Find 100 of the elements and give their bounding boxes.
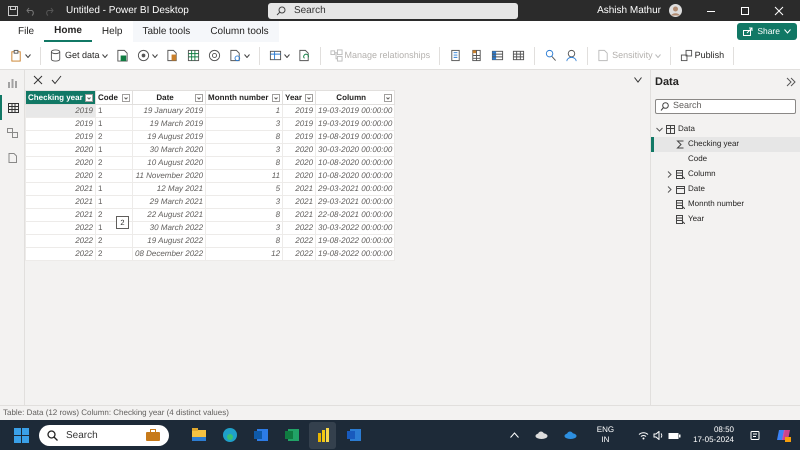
filter-dropdown-icon[interactable] xyxy=(195,94,204,102)
table-cell: 3 xyxy=(206,118,283,130)
field-item[interactable]: Checking year xyxy=(654,136,800,152)
notification-icon[interactable] xyxy=(750,430,760,440)
table-cell: 19-03-2019 00:00:00 xyxy=(316,104,395,118)
windows-logo-icon xyxy=(14,428,29,442)
avatar-icon xyxy=(669,4,682,17)
share-icon xyxy=(743,27,754,36)
table-cell: 2022 xyxy=(26,248,96,260)
close-icon[interactable] xyxy=(774,6,784,16)
column-header[interactable]: Checking year xyxy=(26,90,96,104)
field-item[interactable]: Date xyxy=(654,182,800,196)
table-cell: 1 xyxy=(96,144,132,156)
collapse-icon[interactable] xyxy=(634,77,642,83)
table-cell: 22 August 2021 xyxy=(132,208,206,222)
spreadsheet-icon xyxy=(470,49,484,62)
search-placeholder: Search xyxy=(673,99,702,112)
share-button[interactable]: Share xyxy=(737,23,797,40)
person-icon xyxy=(565,49,578,62)
speaker-icon[interactable] xyxy=(653,430,664,440)
ribbon-tab[interactable]: File xyxy=(8,21,44,42)
caret-icon xyxy=(654,54,661,58)
search-field[interactable]: Search xyxy=(655,98,796,114)
column-header[interactable]: Year xyxy=(282,90,316,104)
filter-dropdown-icon[interactable] xyxy=(122,94,130,102)
undo-icon[interactable] xyxy=(26,6,36,16)
table-cell: 19 August 2022 xyxy=(132,234,206,248)
table-cell: 2022 xyxy=(282,222,316,234)
ribbon-tab[interactable]: Help xyxy=(92,21,132,42)
filter-dropdown-icon[interactable] xyxy=(85,94,93,102)
chevron-down-icon[interactable] xyxy=(656,126,663,132)
table-cell: 19-08-2019 00:00:00 xyxy=(316,130,395,144)
column-header[interactable]: Date xyxy=(132,90,206,104)
copilot-icon[interactable] xyxy=(776,427,792,443)
dax-query-icon xyxy=(7,152,18,164)
table-cell: 2020 xyxy=(26,156,96,170)
column-header[interactable]: Code xyxy=(96,90,132,104)
cancel-icon[interactable] xyxy=(33,75,43,85)
table-cell: 19 January 2019 xyxy=(132,104,206,118)
battery-icon[interactable] xyxy=(668,430,682,440)
table-cell: 30-03-2022 00:00:00 xyxy=(316,222,395,234)
commit-icon[interactable] xyxy=(51,75,62,85)
table-cell: 2020 xyxy=(282,144,316,156)
bar-chart-app-button[interactable] xyxy=(309,422,336,448)
column-header[interactable]: Column xyxy=(316,90,395,104)
table-cell: 29-03-2021 00:00:00 xyxy=(316,182,395,196)
field-item[interactable]: Code xyxy=(654,152,800,166)
table-cell: 10-08-2020 00:00:00 xyxy=(316,156,395,170)
chevron-right-icon[interactable] xyxy=(666,170,673,178)
excel-file-icon xyxy=(116,49,129,62)
person-search-icon xyxy=(544,49,558,62)
field-item[interactable]: Year xyxy=(654,212,800,226)
publish-button[interactable]: Publish xyxy=(678,48,726,64)
table-cell: 2019 xyxy=(26,118,96,130)
table-cell: 29 March 2021 xyxy=(132,196,206,208)
table-cell: 30 March 2022 xyxy=(132,222,206,234)
table-cell: 2021 xyxy=(26,182,96,196)
calculated-column-icon xyxy=(676,214,685,224)
table-cell: 11 xyxy=(206,170,283,182)
column-header[interactable]: Monnth number xyxy=(206,90,283,104)
cloud-icon[interactable] xyxy=(534,431,548,439)
table-cell: 8 xyxy=(206,234,283,248)
panel-title: Data xyxy=(655,75,679,90)
manage-relationships-icon xyxy=(330,49,343,62)
field-item[interactable]: Monnth number xyxy=(654,196,800,212)
table-icon xyxy=(491,49,504,62)
filter-dropdown-icon[interactable] xyxy=(305,94,314,102)
field-item[interactable]: Data xyxy=(654,122,800,136)
maximize-icon[interactable] xyxy=(740,6,750,16)
filter-dropdown-icon[interactable] xyxy=(384,94,392,102)
table-cell: 2019 xyxy=(282,104,316,118)
field-item[interactable]: Column xyxy=(654,166,800,182)
table-cell: 19-08-2022 00:00:00 xyxy=(316,234,395,248)
table-cell: 10-08-2020 00:00:00 xyxy=(316,170,395,182)
wifi-icon[interactable] xyxy=(638,430,650,440)
chevron-right-icon[interactable] xyxy=(666,186,673,192)
ribbon-tab[interactable]: Column tools xyxy=(200,21,279,42)
ribbon-tab[interactable]: Table tools xyxy=(132,21,200,42)
table-cell: 1 xyxy=(96,182,132,196)
taskbar-search-field[interactable]: Search xyxy=(39,424,169,446)
language-text: ENG xyxy=(596,425,614,435)
search-icon xyxy=(47,430,58,440)
table-cell: 2021 xyxy=(282,196,316,208)
search-field[interactable]: Search xyxy=(268,2,518,18)
search-icon xyxy=(276,6,286,16)
caret-icon xyxy=(102,54,108,58)
table-cell: 2021 xyxy=(282,208,316,222)
table-cell: 2019 xyxy=(282,118,316,130)
table-cell: 8 xyxy=(206,156,283,170)
chevron-up-icon[interactable] xyxy=(510,432,519,438)
table-cell: 1 xyxy=(96,118,132,130)
expand-panel-icon[interactable] xyxy=(786,77,796,88)
get-data-button[interactable]: Get data xyxy=(48,48,110,64)
filter-dropdown-icon[interactable] xyxy=(272,94,280,102)
save-icon[interactable] xyxy=(8,6,18,16)
table-cell: 30-03-2020 00:00:00 xyxy=(316,144,395,156)
table-cell: 2022 xyxy=(282,248,316,260)
document-refresh-icon xyxy=(298,49,311,62)
clock-date: 17-05-2024 xyxy=(693,435,734,445)
table-cell: 5 xyxy=(206,182,283,196)
